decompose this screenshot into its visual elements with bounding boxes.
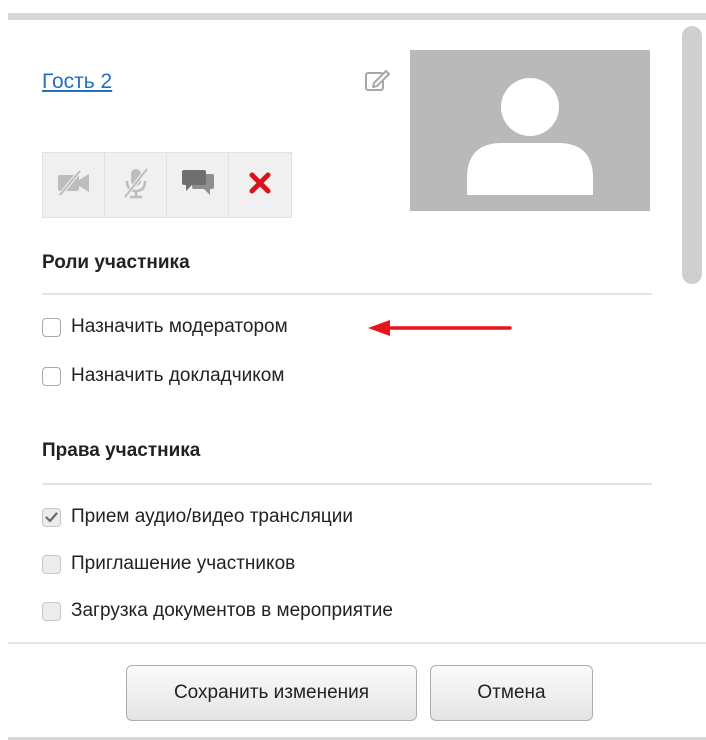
- participant-settings-panel: Гость 2 Роли участника Назначить модерат…: [0, 0, 706, 740]
- scrollbar-thumb[interactable]: [682, 26, 702, 284]
- participant-toolbar: [42, 152, 292, 218]
- role-moderator-label: Назначить модератором: [71, 316, 288, 337]
- remove-icon: [247, 170, 273, 201]
- chat-icon: [180, 167, 216, 204]
- footer-divider: [8, 642, 706, 644]
- right-av-stream-checkbox[interactable]: [42, 507, 61, 527]
- role-moderator-option[interactable]: Назначить модератором: [42, 316, 288, 338]
- avatar: [410, 50, 650, 211]
- role-speaker-checkbox[interactable]: [42, 366, 61, 386]
- roles-section-title: Роли участника: [42, 252, 190, 273]
- annotation-arrow: [368, 320, 512, 336]
- right-upload-docs-option[interactable]: Загрузка документов в мероприятие: [42, 600, 393, 622]
- right-invite-label: Приглашение участников: [71, 553, 296, 574]
- save-button[interactable]: Сохранить изменения: [126, 665, 417, 721]
- mic-toggle-button[interactable]: [105, 153, 167, 217]
- checkmark-icon: [45, 511, 58, 522]
- top-border: [8, 13, 706, 20]
- roles-divider: [42, 293, 652, 295]
- cancel-button[interactable]: Отмена: [430, 665, 593, 721]
- role-speaker-label: Назначить докладчиком: [71, 365, 285, 386]
- right-upload-docs-label: Загрузка документов в мероприятие: [71, 600, 393, 621]
- mic-off-icon: [121, 166, 151, 205]
- edit-icon[interactable]: [363, 66, 391, 94]
- role-speaker-option[interactable]: Назначить докладчиком: [42, 365, 284, 387]
- video-off-icon: [56, 168, 92, 203]
- chat-toggle-button[interactable]: [167, 153, 229, 217]
- role-moderator-checkbox[interactable]: [42, 317, 61, 337]
- rights-section-title: Права участника: [42, 440, 201, 461]
- rights-divider: [42, 483, 652, 485]
- participant-name-link[interactable]: Гость 2: [42, 70, 112, 94]
- video-toggle-button[interactable]: [43, 153, 105, 217]
- right-av-stream-label: Прием аудио/видео трансляции: [71, 506, 354, 527]
- right-invite-option[interactable]: Приглашение участников: [42, 553, 295, 575]
- right-upload-docs-checkbox[interactable]: [42, 601, 61, 621]
- right-av-stream-option[interactable]: Прием аудио/видео трансляции: [42, 506, 353, 528]
- right-invite-checkbox[interactable]: [42, 554, 61, 574]
- remove-participant-button[interactable]: [229, 153, 291, 217]
